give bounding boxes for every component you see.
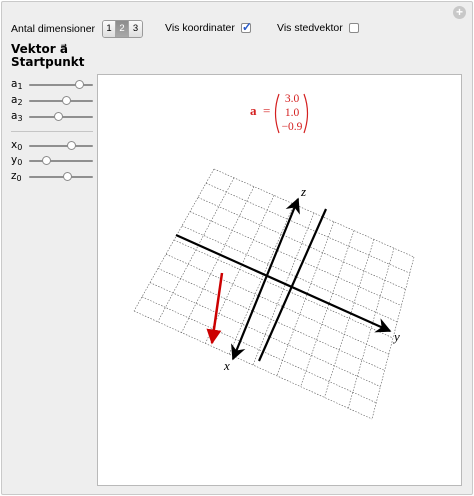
slider-y0: y0 (11, 154, 95, 168)
slider-x0-thumb[interactable] (67, 141, 77, 150)
dimensions-label: Antal dimensioner (11, 23, 96, 35)
slider-divider (11, 131, 93, 132)
left-paren (274, 93, 280, 134)
plot-3d[interactable]: a⃗ = 3.0 1.0 −0.9 z y x (98, 75, 463, 487)
show-position-group: Vis stedvektor (277, 22, 359, 34)
grid-line (228, 204, 295, 355)
show-position-label: Vis stedvektor (277, 22, 343, 34)
slider-a2-thumb[interactable] (62, 96, 72, 105)
y-axis (175, 233, 392, 333)
slider-x0-label: x0 (11, 139, 23, 152)
grid-line (347, 248, 395, 409)
z-axis-label: z (300, 184, 306, 199)
dimension-2-button[interactable]: 2 (116, 21, 130, 37)
slider-y0-track[interactable] (29, 156, 93, 165)
slider-a3-track[interactable] (29, 112, 93, 121)
slider-a2-label: a2 (11, 94, 23, 107)
slider-a1-label: a1 (11, 78, 23, 91)
grid-line (165, 253, 389, 355)
grid-line (324, 239, 375, 398)
grid-line (300, 230, 355, 387)
x-axis-label: x (223, 358, 230, 373)
grid-line (197, 197, 406, 290)
slider-a3: a3 (11, 110, 95, 124)
dimension-3-button[interactable]: 3 (129, 21, 143, 37)
vector-heading: Vektor a⃗ (11, 42, 68, 56)
grid-line (371, 256, 415, 420)
grid-line (133, 310, 373, 420)
start-heading: Startpunkt (11, 55, 85, 69)
component-3: −0.9 (282, 121, 303, 133)
show-coords-group: Vis koordinater (165, 20, 252, 34)
show-coords-label: Vis koordinater (165, 22, 235, 34)
app-window: + Antal dimensioner 1 2 3 Vis koordinate… (1, 1, 473, 495)
slider-a3-thumb[interactable] (53, 112, 63, 121)
slider-a3-label: a3 (11, 110, 23, 123)
slider-a1: a1 (11, 78, 95, 92)
slider-z0-thumb[interactable] (63, 172, 73, 181)
dimension-1-button[interactable]: 1 (103, 21, 117, 37)
grid-line (149, 282, 381, 387)
show-position-checkbox[interactable] (348, 23, 359, 33)
add-icon[interactable]: + (453, 6, 466, 19)
component-2: 1.0 (285, 107, 300, 119)
slider-z0: z0 (11, 170, 95, 184)
grid-line (157, 177, 235, 322)
slider-a2: a2 (11, 94, 95, 108)
slider-z0-track[interactable] (29, 172, 93, 181)
slider-a1-thumb[interactable] (74, 80, 84, 89)
slider-a1-track[interactable] (29, 80, 93, 89)
vector-components: a⃗ = 3.0 1.0 −0.9 (250, 93, 309, 134)
right-paren (303, 93, 309, 134)
component-1: 3.0 (285, 93, 300, 105)
secondary-axis-line (257, 208, 328, 362)
vector-arrow (206, 272, 224, 345)
grid-line (181, 225, 398, 323)
equals-sign: = (263, 103, 270, 118)
plot-panel[interactable]: a⃗ = 3.0 1.0 −0.9 z y x (97, 74, 462, 486)
slider-x0: x0 (11, 139, 95, 153)
slider-y0-thumb[interactable] (41, 156, 51, 165)
dimensions-selector: 1 2 3 (102, 20, 144, 38)
y-axis-label: y (392, 329, 400, 344)
slider-a2-track[interactable] (29, 96, 93, 105)
slider-x0-track[interactable] (29, 141, 93, 150)
top-controls: Antal dimensioner 1 2 3 (11, 18, 144, 40)
grid-plane (133, 168, 415, 420)
show-coords-checkbox[interactable] (240, 20, 252, 34)
slider-y0-label: y0 (11, 154, 23, 167)
slider-z0-label: z0 (11, 170, 22, 183)
